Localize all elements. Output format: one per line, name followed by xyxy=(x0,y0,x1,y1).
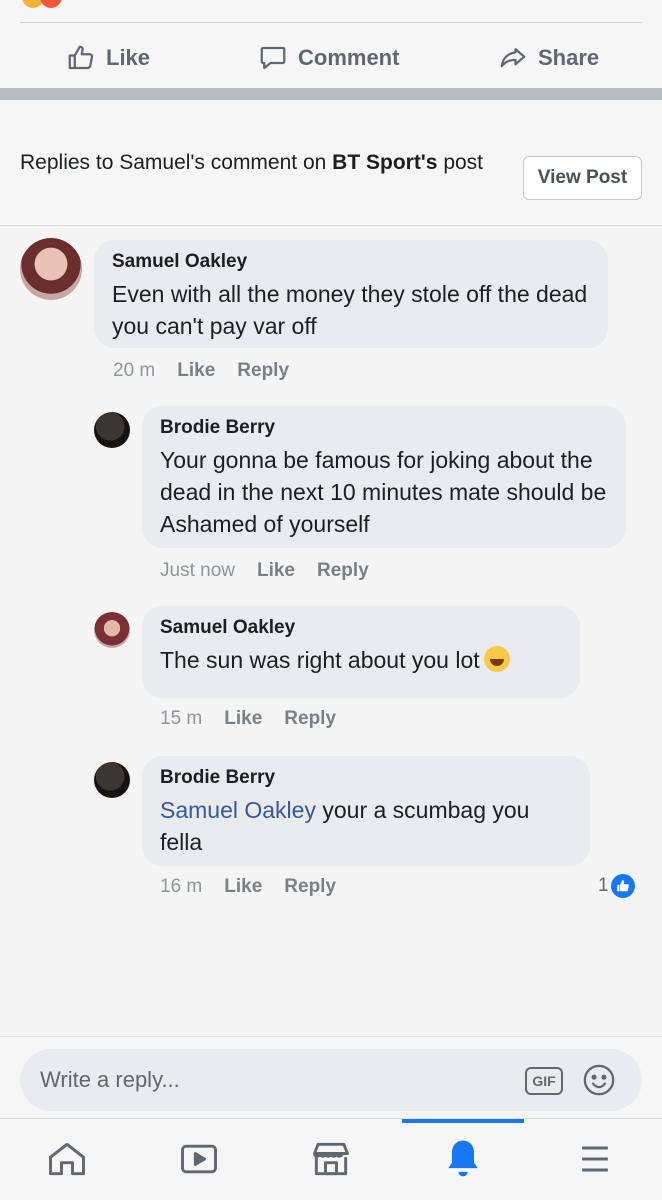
reply-bubble: Brodie Berry Samuel Oakley your a scumba… xyxy=(142,756,590,866)
menu-icon xyxy=(582,1146,608,1172)
reply-placeholder: Write a reply... xyxy=(40,1067,180,1092)
reaction-emojis-cutoff xyxy=(0,0,662,8)
comment-icon xyxy=(260,46,286,70)
reply-bubble: Samuel Oakley The sun was right about yo… xyxy=(142,606,580,698)
reply-like-link[interactable]: Like xyxy=(224,876,262,898)
reply-reply-link[interactable]: Reply xyxy=(284,708,336,730)
reply-text-row: The sun was right about you lot xyxy=(160,644,562,676)
like-reaction-icon xyxy=(610,874,635,898)
banner-suffix: post xyxy=(437,151,484,174)
share-label: Share xyxy=(538,45,600,70)
comment-text: Even with all the money they stole off t… xyxy=(112,281,588,339)
comment-label: Comment xyxy=(298,45,400,70)
post-action-bar: Like Comment Share xyxy=(0,0,662,88)
comment-meta: 20 m Like Reply xyxy=(113,360,289,382)
avatar[interactable] xyxy=(94,762,130,798)
reply-time[interactable]: Just now xyxy=(160,560,235,582)
nav-notifications[interactable] xyxy=(408,1129,518,1189)
reply-text-row: Samuel Oakley your a scumbag you fella xyxy=(160,794,572,858)
reply-author[interactable]: Brodie Berry xyxy=(160,416,608,440)
avatar[interactable] xyxy=(20,238,82,300)
share-icon xyxy=(500,48,526,68)
reply-reply-link[interactable]: Reply xyxy=(284,876,336,898)
banner-prefix: Replies to Samuel's comment on xyxy=(20,151,333,174)
reply-like-link[interactable]: Like xyxy=(257,560,295,582)
section-divider xyxy=(0,88,662,100)
replies-context-text: Replies to Samuel's comment on BT Sport'… xyxy=(20,148,500,178)
home-icon xyxy=(49,1142,85,1176)
avatar[interactable] xyxy=(94,412,130,448)
replies-banner: Replies to Samuel's comment on BT Sport'… xyxy=(0,100,662,226)
avatar[interactable] xyxy=(94,612,130,648)
comment-reply-link[interactable]: Reply xyxy=(237,360,289,382)
reply-text: The sun was right about you lot xyxy=(160,647,480,673)
nav-menu[interactable] xyxy=(540,1129,650,1189)
marketplace-icon xyxy=(313,1142,349,1176)
reply-reply-link[interactable]: Reply xyxy=(317,560,369,582)
comment-thread: Samuel Oakley Even with all the money th… xyxy=(0,226,662,1036)
active-tab-indicator xyxy=(402,1119,524,1123)
reply-meta: Just now Like Reply xyxy=(160,560,369,582)
comment-like-link[interactable]: Like xyxy=(177,360,215,382)
like-label: Like xyxy=(106,45,151,70)
comment-button[interactable]: Comment xyxy=(258,40,399,76)
bottom-navigation xyxy=(0,1118,662,1200)
reply-author[interactable]: Samuel Oakley xyxy=(160,616,562,640)
emoji-icon[interactable] xyxy=(582,1063,616,1097)
reply-time[interactable]: 16 m xyxy=(160,876,202,898)
reply-input[interactable]: Write a reply... GIF xyxy=(20,1049,642,1111)
reply-meta: 16 m Like Reply xyxy=(160,876,336,898)
nav-marketplace[interactable] xyxy=(276,1129,386,1189)
gif-button[interactable]: GIF xyxy=(525,1067,563,1095)
like-button[interactable]: Like xyxy=(66,40,150,76)
reaction-summary[interactable]: 1 xyxy=(598,874,635,898)
view-post-button[interactable]: View Post xyxy=(523,156,642,200)
nav-watch[interactable] xyxy=(144,1129,254,1189)
reply-like-link[interactable]: Like xyxy=(224,708,262,730)
reply-text: Your gonna be famous for joking about th… xyxy=(160,447,607,537)
reply-bubble: Brodie Berry Your gonna be famous for jo… xyxy=(142,406,626,548)
watch-icon xyxy=(181,1144,217,1174)
comment-author[interactable]: Samuel Oakley xyxy=(112,250,590,274)
mention-link[interactable]: Samuel Oakley xyxy=(160,797,316,823)
reply-time[interactable]: 15 m xyxy=(160,708,202,730)
reply-meta: 15 m Like Reply xyxy=(160,708,336,730)
thumbs-up-icon xyxy=(68,45,94,70)
banner-page-name[interactable]: BT Sport's xyxy=(332,151,437,174)
love-reaction-icon xyxy=(40,0,62,8)
comment-bubble: Samuel Oakley Even with all the money th… xyxy=(94,240,608,348)
reply-composer-bar: Write a reply... GIF xyxy=(0,1036,662,1118)
nav-home[interactable] xyxy=(12,1129,122,1189)
reply-author[interactable]: Brodie Berry xyxy=(160,766,572,790)
reaction-count: 1 xyxy=(598,875,609,896)
notifications-icon xyxy=(448,1140,478,1177)
laughing-emoji-icon xyxy=(483,646,510,672)
divider xyxy=(20,22,642,23)
share-button[interactable]: Share xyxy=(498,40,599,76)
comment-time[interactable]: 20 m xyxy=(113,360,155,382)
